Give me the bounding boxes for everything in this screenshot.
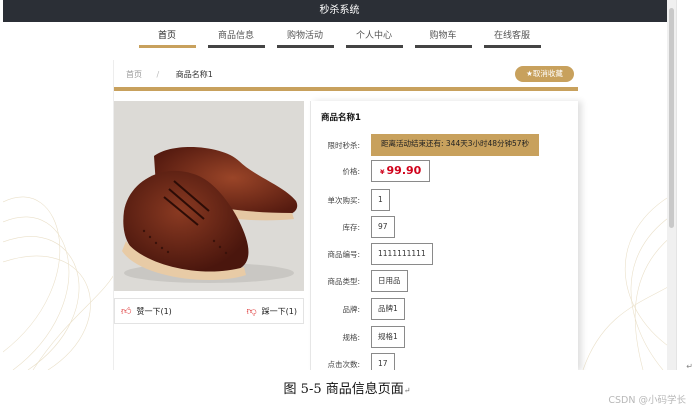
product-type-row: 商品类型: 日用品 [311,269,579,293]
product-image [114,101,304,291]
flash-sale-row: 限时秒杀: 距离活动结束还有: 344天3小时48分钟57秒 [311,133,579,157]
screenshot-frame: 秒杀系统 首页 商品信息 购物活动 个人中心 购物车 在线客服 首页 / 商品名… [3,0,677,370]
product-type-label: 商品类型: [327,277,360,286]
nav-item-support[interactable]: 在线客服 [483,28,541,48]
nav-item-home[interactable]: 首页 [138,28,196,48]
price-value-box: ¥99.90 [371,160,431,182]
product-code-row: 商品编号: 1111111111 [311,242,579,266]
click-count-value: 17 [371,353,395,370]
purchase-qty-value: 1 [371,189,390,211]
breadcrumb-home-link[interactable]: 首页 [126,70,142,79]
accent-divider [114,87,578,91]
click-count-label: 点击次数: [327,360,360,369]
spec-label: 规格: [342,333,360,342]
product-code-value: 1111111111 [371,243,433,265]
purchase-qty-row: 单次购买: 1 [311,188,579,212]
dislike-button[interactable]: 👎︎ 踩一下(1) [247,305,298,317]
breadcrumb: 首页 / 商品名称1 [126,69,213,80]
product-name: 商品名称1 [321,113,361,123]
flash-sale-countdown: 距离活动结束还有: 344天3小时48分钟57秒 [371,134,540,156]
shoe-illustration [114,101,304,291]
price-row: 价格: ¥99.90 [311,159,579,183]
stock-label: 库存: [342,223,360,232]
page-scrollbar[interactable] [667,0,676,370]
figure-caption: 图 5-5 商品信息页面↵ [0,378,694,397]
click-count-row: 点击次数: 17 [311,352,579,370]
currency-symbol: ¥ [380,168,385,176]
unfavorite-button[interactable]: ★取消收藏 [515,66,574,82]
brand-value: 品牌1 [371,298,405,320]
breadcrumb-separator: / [156,70,160,79]
product-info-panel: 商品名称1 限时秒杀: 距离活动结束还有: 344天3小时48分钟57秒 价格:… [310,101,578,370]
app-title: 秒杀系统 [319,5,360,16]
thumbs-up-icon: 👍︎ [121,306,132,317]
breadcrumb-bar: 首页 / 商品名称1 ★取消收藏 [114,60,578,88]
paragraph-mark-icon: ↵ [686,362,693,371]
like-label: 赞一下(1) [136,306,172,316]
breadcrumb-current: 商品名称1 [175,70,213,79]
flash-sale-label: 限时秒杀: [327,141,360,150]
thumbs-down-icon: 👎︎ [246,306,257,317]
dislike-label: 踩一下(1) [261,306,297,316]
caption-mark: ↵ [403,386,411,395]
nav-item-products[interactable]: 商品信息 [207,28,265,48]
purchase-qty-label: 单次购买: [327,196,360,205]
stock-value: 97 [371,216,395,238]
app-title-bar: 秒杀系统 [3,0,676,22]
like-button[interactable]: 👍︎ 赞一下(1) [121,305,172,317]
nav-item-profile[interactable]: 个人中心 [345,28,403,48]
document-page: 秒杀系统 首页 商品信息 购物活动 个人中心 购物车 在线客服 首页 / 商品名… [0,0,694,411]
main-nav: 首页 商品信息 购物活动 个人中心 购物车 在线客服 [3,22,676,52]
vote-row: 👍︎ 赞一下(1) 👎︎ 踩一下(1) [114,298,304,324]
brand-label: 品牌: [342,305,360,314]
caption-text: 图 5-5 商品信息页面 [283,382,404,397]
watermark: CSDN @小码学长 [608,395,686,406]
price-label: 价格: [342,167,360,176]
spec-value: 规格1 [371,326,405,348]
price-value: 99.90 [386,164,422,177]
stock-row: 库存: 97 [311,215,579,239]
spec-row: 规格: 规格1 [311,325,579,349]
nav-item-activities[interactable]: 购物活动 [276,28,334,48]
scrollbar-thumb[interactable] [669,8,674,228]
nav-item-cart[interactable]: 购物车 [414,28,472,48]
brand-row: 品牌: 品牌1 [311,297,579,321]
product-code-label: 商品编号: [327,250,360,259]
product-type-value: 日用品 [371,270,408,292]
product-detail-panel: 首页 / 商品名称1 ★取消收藏 👍︎ 赞一下(1) 👎︎ 踩一下(1) 商品名… [113,60,578,370]
